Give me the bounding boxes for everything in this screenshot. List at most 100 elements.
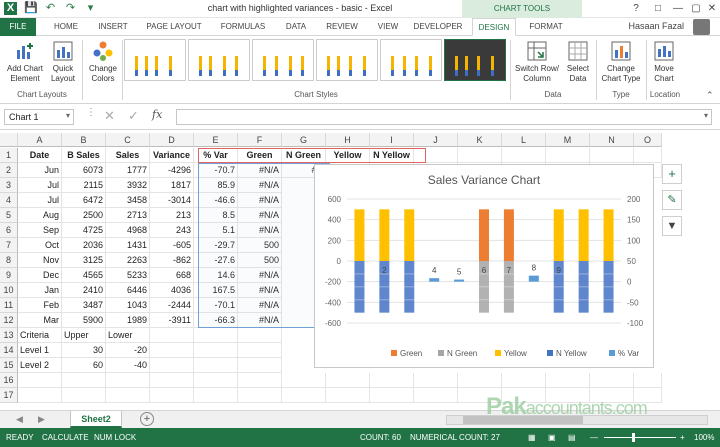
zoom-slider-thumb[interactable] — [632, 433, 635, 442]
table-cell[interactable]: Variance — [150, 148, 194, 163]
collapse-ribbon-icon[interactable]: ⌃ — [706, 90, 714, 101]
table-cell[interactable] — [194, 388, 238, 403]
undo-icon[interactable]: ↶ — [44, 2, 57, 15]
table-cell[interactable] — [150, 343, 194, 358]
column-header[interactable]: G — [282, 133, 326, 147]
table-cell[interactable] — [326, 373, 370, 388]
zoom-in-icon[interactable]: + — [680, 433, 685, 442]
table-cell[interactable] — [458, 148, 502, 163]
table-cell[interactable] — [238, 328, 282, 343]
table-cell[interactable] — [634, 148, 662, 163]
user-name[interactable]: Hasaan Fazal — [628, 21, 684, 31]
sales-variance-chart[interactable]: Sales Variance Chart 600 400 200 0 -200 -400 -… — [314, 164, 654, 368]
chart-styles-brush-icon[interactable]: ✎ — [662, 190, 682, 210]
table-cell[interactable] — [106, 388, 150, 403]
name-box[interactable]: Chart 1 — [4, 109, 74, 125]
change-chart-type-button[interactable]: Change Chart Type — [598, 40, 644, 84]
column-header[interactable]: B — [62, 133, 106, 147]
table-cell[interactable]: -20 — [106, 343, 150, 358]
row-header[interactable]: 8 — [0, 253, 18, 268]
scroll-sheets-left-icon[interactable]: ◀ — [16, 414, 23, 425]
table-cell[interactable] — [238, 358, 282, 373]
row-header[interactable]: 13 — [0, 328, 18, 343]
chart-style-4[interactable] — [316, 39, 378, 81]
table-cell[interactable]: Sep — [18, 223, 62, 238]
table-cell[interactable]: -3911 — [150, 313, 194, 328]
chart-style-3[interactable] — [252, 39, 314, 81]
table-cell[interactable]: 3487 — [62, 298, 106, 313]
table-cell[interactable]: 6446 — [106, 283, 150, 298]
table-cell[interactable] — [238, 343, 282, 358]
tab-view[interactable]: VIEW — [370, 18, 406, 36]
table-cell[interactable]: 2115 — [62, 178, 106, 193]
table-cell[interactable]: 4968 — [106, 223, 150, 238]
table-cell[interactable]: B Sales — [62, 148, 106, 163]
move-chart-button[interactable]: Move Chart — [648, 40, 680, 84]
avatar[interactable] — [693, 19, 710, 35]
column-header[interactable]: A — [18, 133, 62, 147]
table-cell[interactable]: 3458 — [106, 193, 150, 208]
table-cell[interactable]: Criteria — [18, 328, 62, 343]
sheet-tab-sheet2[interactable]: Sheet2 — [70, 411, 122, 428]
table-cell[interactable]: -862 — [150, 253, 194, 268]
tab-data[interactable]: DATA — [278, 18, 314, 36]
table-cell[interactable]: -40 — [106, 358, 150, 373]
row-header[interactable]: 12 — [0, 313, 18, 328]
column-header[interactable]: L — [502, 133, 546, 147]
select-data-button[interactable]: Select Data — [564, 40, 592, 84]
row-header[interactable]: 3 — [0, 178, 18, 193]
table-cell[interactable]: 5233 — [106, 268, 150, 283]
table-cell[interactable] — [150, 388, 194, 403]
table-cell[interactable]: Jun — [18, 163, 62, 178]
row-header[interactable]: 14 — [0, 343, 18, 358]
chart-elements-button[interactable]: + — [662, 164, 682, 184]
tab-home[interactable]: HOME — [46, 18, 86, 36]
expand-formula-bar-icon[interactable]: ▾ — [704, 111, 708, 120]
tab-file[interactable]: FILE — [0, 18, 36, 36]
switch-row-column-button[interactable]: Switch Row/ Column — [512, 40, 562, 84]
table-cell[interactable] — [502, 148, 546, 163]
table-cell[interactable] — [150, 328, 194, 343]
formula-bar-more-icon[interactable]: ⋮ — [86, 107, 96, 118]
table-cell[interactable]: 5900 — [62, 313, 106, 328]
column-header[interactable]: E — [194, 133, 238, 147]
table-cell[interactable]: Dec — [18, 268, 62, 283]
table-cell[interactable] — [458, 373, 502, 388]
close-icon[interactable]: ✕ — [702, 1, 720, 16]
table-cell[interactable] — [590, 148, 634, 163]
table-cell[interactable] — [590, 373, 634, 388]
tab-developer[interactable]: DEVELOPER — [410, 18, 466, 36]
normal-view-icon[interactable]: ▦ — [528, 433, 536, 442]
add-chart-element-button[interactable]: Add Chart Element — [4, 40, 46, 84]
qat-customize-icon[interactable]: ▾ — [84, 2, 97, 15]
table-cell[interactable] — [414, 388, 458, 403]
table-cell[interactable]: Date — [18, 148, 62, 163]
table-cell[interactable]: Level 1 — [18, 343, 62, 358]
row-header[interactable]: 4 — [0, 193, 18, 208]
zoom-out-icon[interactable]: — — [590, 433, 598, 442]
column-header[interactable]: H — [326, 133, 370, 147]
column-header[interactable]: I — [370, 133, 414, 147]
redo-icon[interactable]: ↷ — [64, 2, 77, 15]
table-cell[interactable]: 243 — [150, 223, 194, 238]
table-cell[interactable]: Nov — [18, 253, 62, 268]
insert-function-icon[interactable]: fx — [152, 108, 162, 121]
help-icon[interactable]: ? — [626, 1, 646, 16]
save-icon[interactable]: 💾 — [24, 2, 38, 15]
table-cell[interactable] — [62, 373, 106, 388]
table-cell[interactable]: 4565 — [62, 268, 106, 283]
column-header[interactable]: F — [238, 133, 282, 147]
column-header[interactable]: C — [106, 133, 150, 147]
table-cell[interactable]: 3932 — [106, 178, 150, 193]
table-cell[interactable] — [150, 358, 194, 373]
table-cell[interactable] — [194, 328, 238, 343]
row-header[interactable]: 7 — [0, 238, 18, 253]
table-cell[interactable]: Jul — [18, 193, 62, 208]
tab-formulas[interactable]: FORMULAS — [214, 18, 272, 36]
table-cell[interactable]: 2263 — [106, 253, 150, 268]
table-cell[interactable]: 4725 — [62, 223, 106, 238]
row-header[interactable]: 16 — [0, 373, 18, 388]
table-cell[interactable]: 6472 — [62, 193, 106, 208]
tab-review[interactable]: REVIEW — [320, 18, 364, 36]
table-cell[interactable]: Jan — [18, 283, 62, 298]
